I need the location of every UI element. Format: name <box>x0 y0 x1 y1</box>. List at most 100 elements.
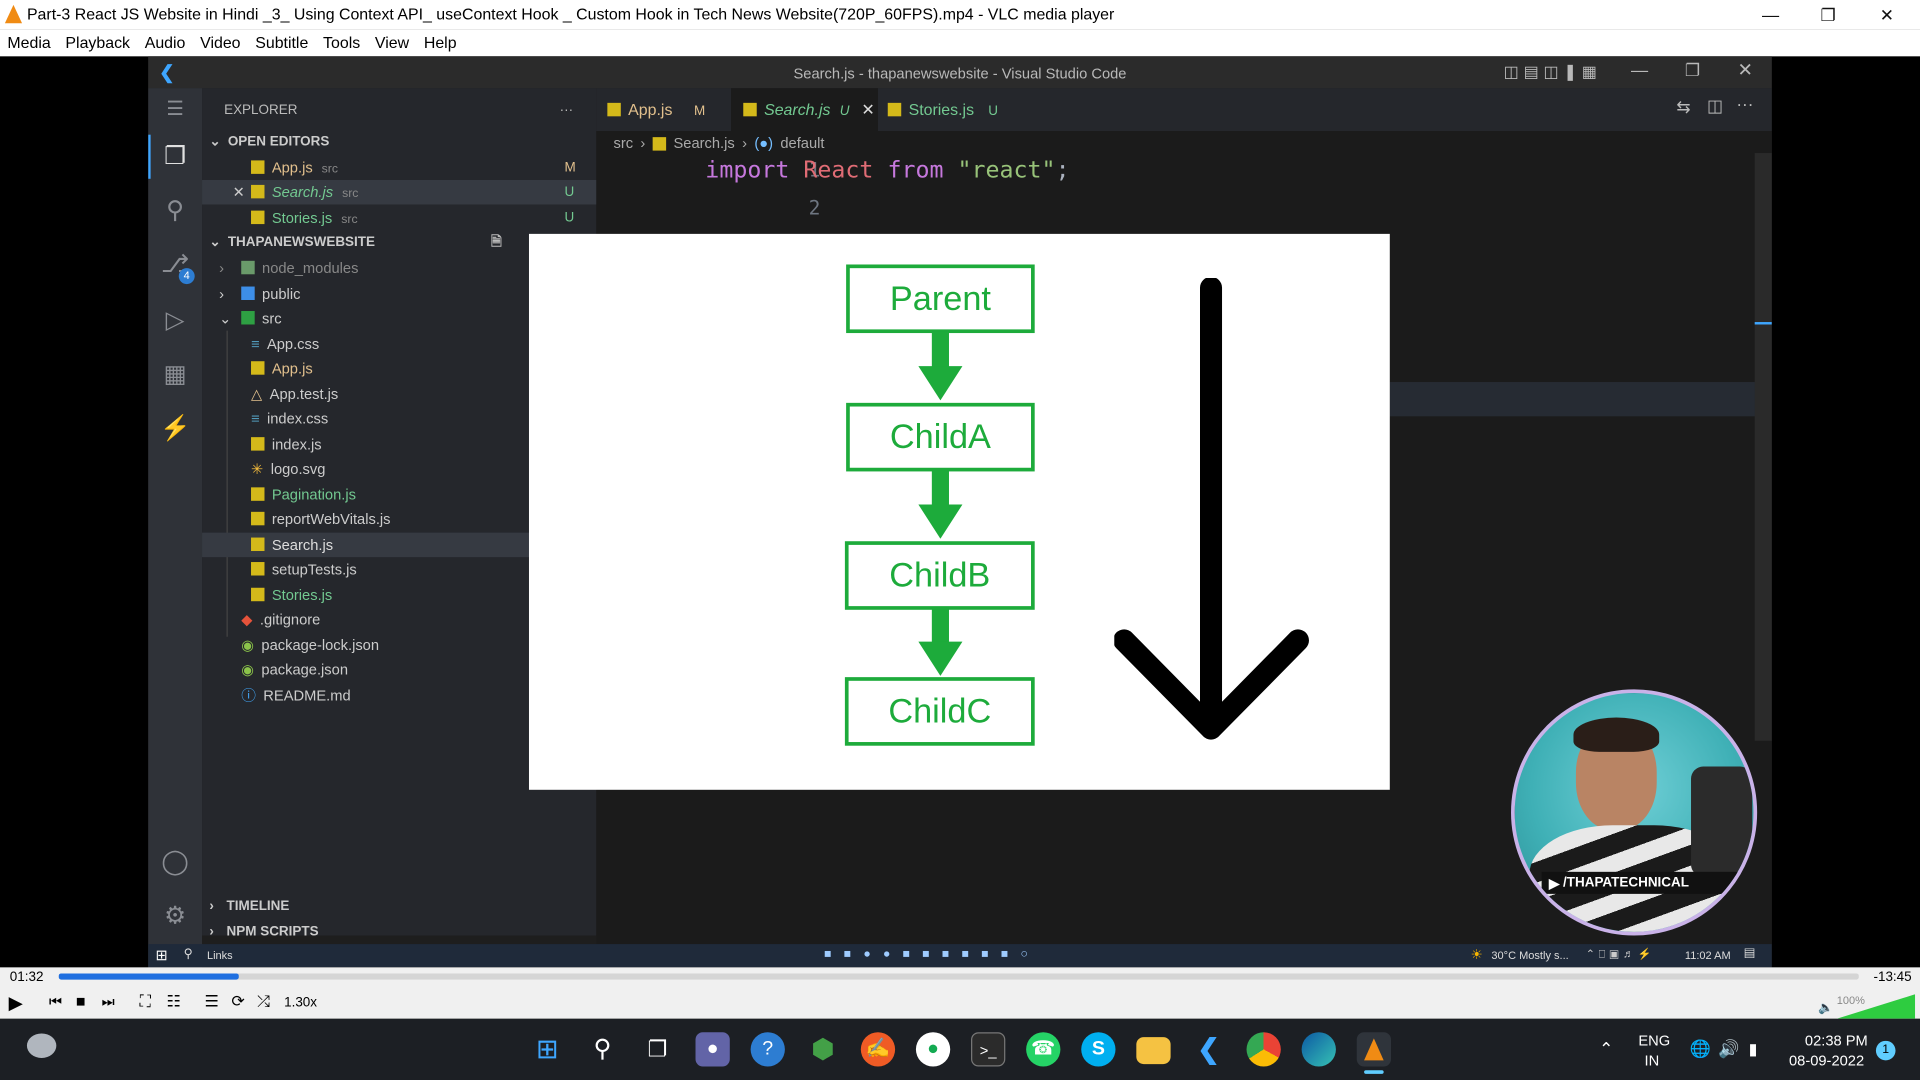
weather-text: 30°C Mostly s... <box>1491 948 1569 962</box>
box-label: Parent <box>889 279 991 318</box>
scm-badge: 4 <box>178 268 195 285</box>
nodejs-icon[interactable]: ⬢ <box>806 1032 840 1066</box>
compare-changes-icon[interactable]: ⇆ <box>1676 97 1690 118</box>
restore-button[interactable]: ❐ <box>1804 2 1853 26</box>
vscode-close-icon: ✕ <box>1737 60 1753 81</box>
menu-playback[interactable]: Playback <box>58 29 137 56</box>
search-icon[interactable]: ⚲ <box>585 1032 619 1066</box>
stop-button[interactable]: ■ <box>76 992 86 1010</box>
timeline-section[interactable]: › TIMELINE <box>209 894 603 918</box>
npm-scripts-section[interactable]: › NPM SCRIPTS <box>209 920 603 944</box>
menu-tools[interactable]: Tools <box>316 29 368 56</box>
vlc-menu-bar: Media Playback Audio Video Subtitle Tool… <box>0 29 1920 57</box>
breadcrumb-item[interactable]: Search.js <box>673 135 734 152</box>
start-icon[interactable]: ⊞ <box>530 1032 564 1066</box>
open-editors-section[interactable]: ⌄ OPEN EDITORS <box>209 130 603 154</box>
language-line2[interactable]: IN <box>1644 1052 1659 1069</box>
weather-widget-icon[interactable] <box>26 1033 57 1058</box>
vlc-logo-icon <box>4 4 23 24</box>
scrollbar[interactable] <box>1754 153 1772 741</box>
previous-button[interactable]: ⏮ <box>49 993 62 1011</box>
tab-status: U <box>988 104 999 119</box>
help-icon[interactable]: ? <box>750 1032 785 1067</box>
tab-app-js[interactable]: App.js M <box>607 88 705 131</box>
js-file-icon <box>251 562 265 576</box>
playlist-button[interactable]: ☰ <box>204 992 218 1012</box>
git-file-icon: ◆ <box>241 611 253 629</box>
open-editors-label: OPEN EDITORS <box>227 134 330 150</box>
links-label: Links <box>206 948 233 962</box>
tree-item-label: package.json <box>261 661 349 679</box>
terminal-icon[interactable]: >_ <box>971 1032 1006 1067</box>
clock-time[interactable]: 02:38 PM <box>1805 1032 1868 1049</box>
fullscreen-button[interactable]: ⛶ <box>140 992 151 1012</box>
css-file-icon: ≡ <box>251 410 260 428</box>
more-icon[interactable]: ··· <box>1736 94 1753 114</box>
tab-stories-js[interactable]: Stories.js U <box>887 88 999 131</box>
seek-bar[interactable] <box>58 973 1859 980</box>
account-icon: ◯ <box>161 848 189 876</box>
vscode-title-bar: ❮ Search.js - thapanewswebsite - Visual … <box>148 56 1772 89</box>
js-file-icon <box>743 102 757 117</box>
open-editor-item[interactable]: Stories.js src U <box>251 206 645 230</box>
close-button[interactable]: ✕ <box>1862 2 1911 26</box>
postman-icon[interactable]: ✍ <box>860 1032 896 1067</box>
whatsapp-icon[interactable]: ☎ <box>1026 1032 1061 1067</box>
explorer-label: EXPLORER <box>224 102 298 118</box>
settings-icon: ⚙ <box>164 902 187 930</box>
file-explorer-icon[interactable] <box>1136 1037 1171 1065</box>
playback-speed[interactable]: 1.30x <box>284 996 317 1011</box>
menu-audio[interactable]: Audio <box>137 29 192 56</box>
time-remaining: -13:45 <box>1873 969 1912 985</box>
edge-icon[interactable] <box>1301 1032 1336 1067</box>
vscode-restore-icon: ❐ <box>1684 60 1701 80</box>
big-down-arrow <box>1114 277 1309 740</box>
play-button[interactable]: ▶ <box>9 992 23 1014</box>
speaker-icon[interactable]: 🔊 <box>1718 1038 1739 1059</box>
chat-icon[interactable]: ● <box>695 1032 730 1067</box>
minimize-button[interactable]: — <box>1746 2 1795 26</box>
breadcrumb-item[interactable]: default <box>780 135 824 152</box>
close-tab-icon[interactable]: ✕ <box>861 100 874 118</box>
chevron-right-icon: › <box>209 924 214 940</box>
menu-view[interactable]: View <box>368 29 417 56</box>
tab-search-js[interactable]: Search.js U ✕ <box>731 88 878 132</box>
tree-item-label: index.css <box>266 410 329 428</box>
close-editor-icon[interactable]: ✕ <box>233 180 245 204</box>
tray-chevron-icon[interactable]: ⌃ <box>1599 1038 1613 1059</box>
network-icon[interactable]: 🌐 <box>1690 1038 1711 1059</box>
volume-icon[interactable]: 🔈 <box>1818 1002 1833 1015</box>
seek-bar-fill <box>58 973 239 980</box>
notification-badge[interactable]: 1 <box>1875 1040 1896 1061</box>
open-editor-item[interactable]: App.js src M <box>251 156 645 180</box>
tree-item-label: Pagination.js <box>271 486 356 504</box>
extended-settings-button[interactable]: ☷ <box>167 992 181 1012</box>
vscode-minimize-icon: — <box>1631 60 1649 80</box>
mongodb-icon[interactable]: ● <box>915 1032 951 1067</box>
more-actions-icon[interactable]: ··· <box>560 98 573 122</box>
loop-button[interactable]: ⟳ <box>231 992 244 1012</box>
split-editor-icon[interactable]: ◫ <box>1707 96 1723 117</box>
clock-date[interactable]: 08-09-2022 <box>1789 1052 1864 1069</box>
youtube-icon: ▶ <box>1548 876 1560 891</box>
shuffle-button[interactable]: ⤮ <box>257 992 270 1012</box>
new-file-icon[interactable]: 🗎 <box>491 230 502 254</box>
menu-help[interactable]: Help <box>416 29 463 56</box>
open-editor-item-active[interactable]: ✕ Search.js src U <box>202 180 597 205</box>
chrome-icon[interactable] <box>1246 1032 1281 1067</box>
battery-icon[interactable]: ▮ <box>1749 1040 1758 1060</box>
vlc-taskbar-icon[interactable] <box>1356 1032 1392 1067</box>
chair <box>1691 766 1753 877</box>
language-line1[interactable]: ENG <box>1638 1032 1670 1049</box>
vscode-icon[interactable]: ❮ <box>1191 1032 1225 1066</box>
breadcrumb-item[interactable]: src <box>613 135 633 152</box>
menu-subtitle[interactable]: Subtitle <box>248 29 316 56</box>
tree-item-label: package-lock.json <box>261 636 380 654</box>
skype-icon[interactable]: S <box>1081 1032 1116 1067</box>
next-button[interactable]: ⏭ <box>102 993 115 1011</box>
menu-media[interactable]: Media <box>0 29 58 56</box>
search-icon: ⚲ <box>166 197 185 225</box>
volume-slider[interactable] <box>1836 994 1916 1019</box>
task-view-icon[interactable]: ❐ <box>640 1032 674 1066</box>
menu-video[interactable]: Video <box>193 29 248 56</box>
